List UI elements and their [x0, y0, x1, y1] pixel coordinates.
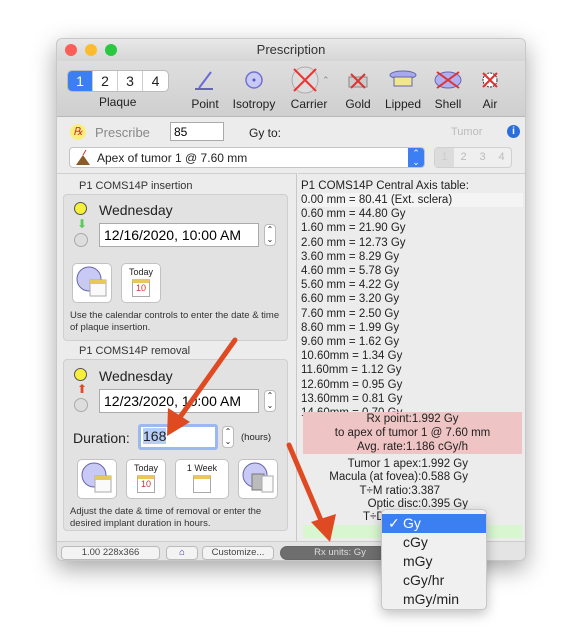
menu-item-mgy-min[interactable]: mGy/min — [382, 590, 486, 609]
arrow-to-duration — [167, 337, 238, 436]
rx-units-menu: ✓ Gy cGy mGy cGy/hr mGy/min — [381, 509, 487, 610]
menu-item-gy[interactable]: ✓ Gy — [382, 514, 486, 533]
annotation-arrows — [167, 337, 336, 542]
menu-item-cgy[interactable]: cGy — [382, 533, 486, 552]
arrow-to-rx-units — [286, 442, 336, 542]
menu-item-cgy-hr[interactable]: cGy/hr — [382, 571, 486, 590]
menu-item-label: Gy — [403, 515, 421, 531]
menu-item-mgy[interactable]: mGy — [382, 552, 486, 571]
checkmark-icon: ✓ — [388, 515, 400, 531]
